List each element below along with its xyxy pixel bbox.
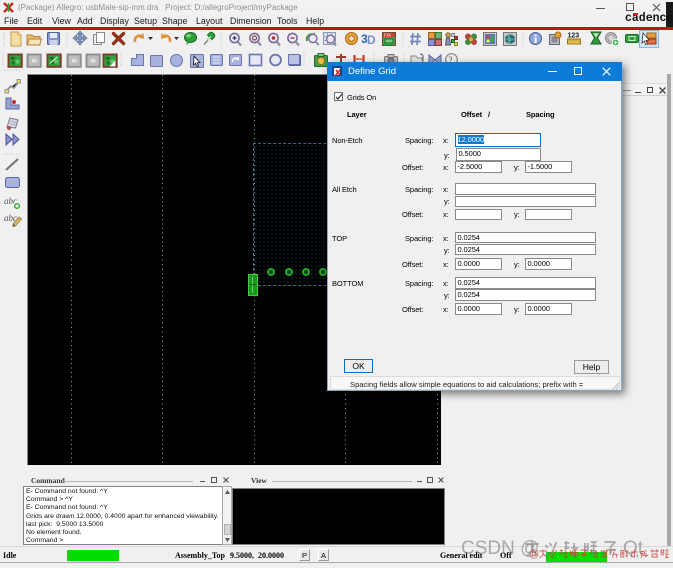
- svg-text:D: D: [367, 33, 376, 47]
- svg-text:123: 123: [568, 33, 580, 40]
- svg-text:FIX: FIX: [384, 33, 391, 38]
